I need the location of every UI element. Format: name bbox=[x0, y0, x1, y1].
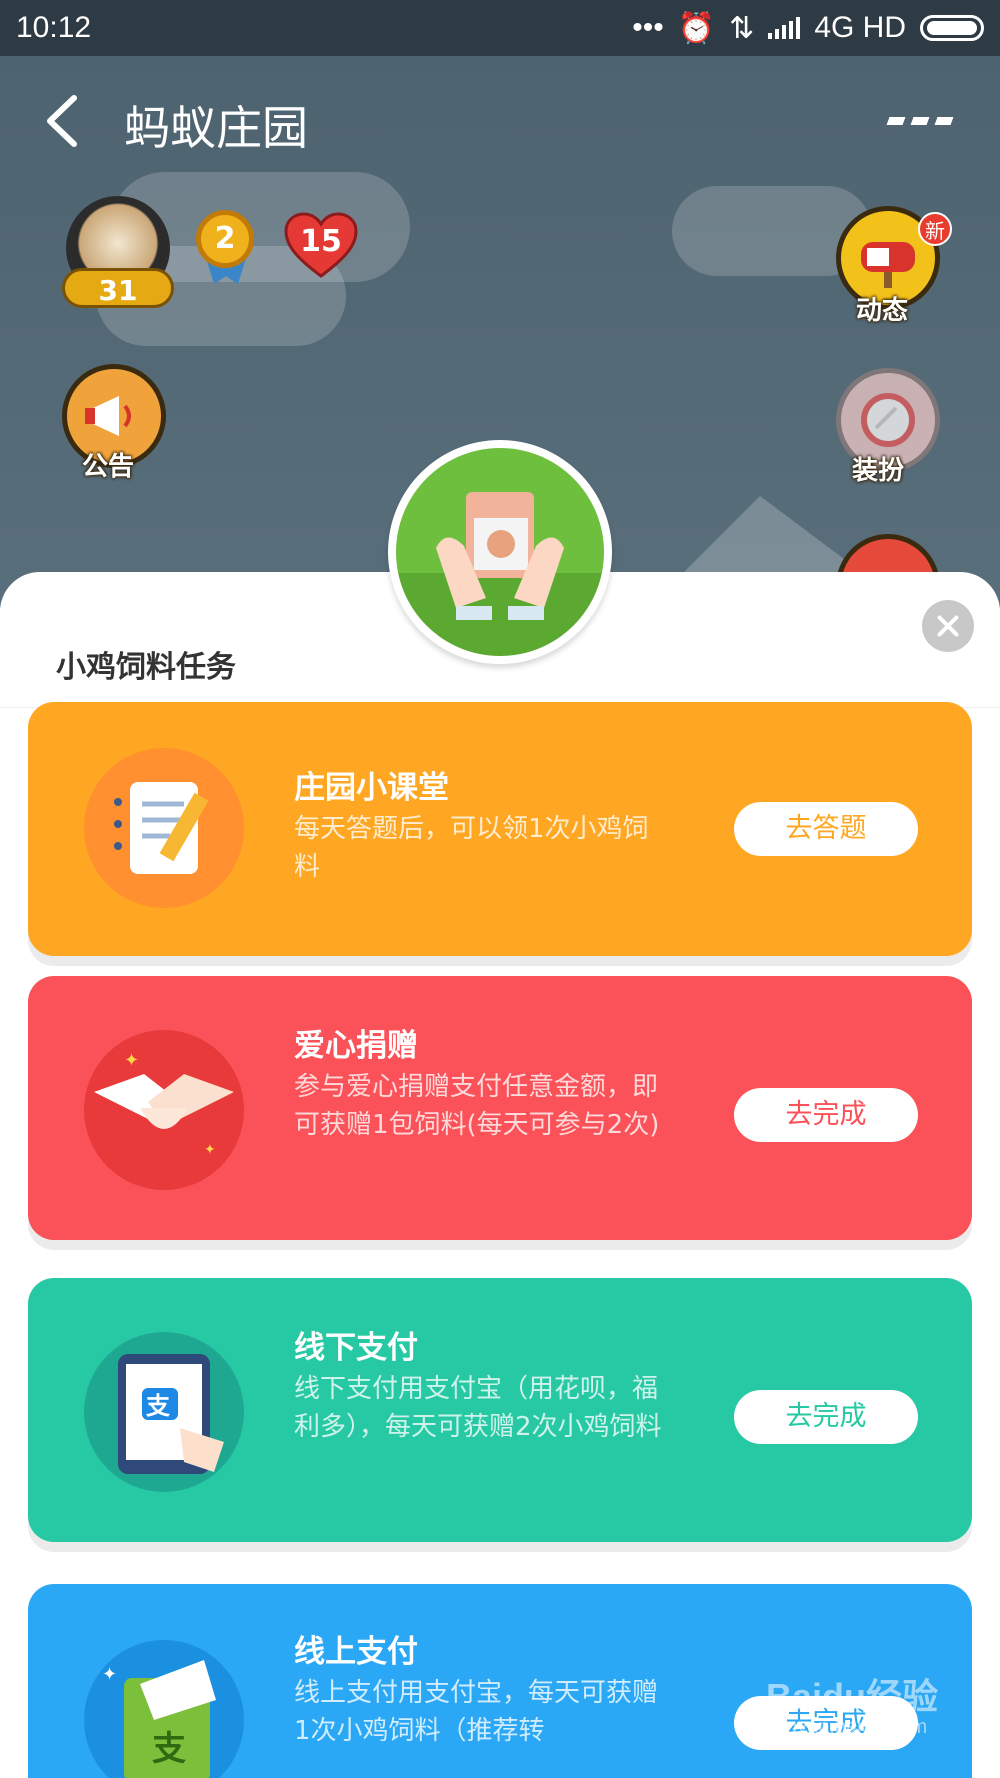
status-icons: ••• ⏰ ⇅ 4G HD bbox=[632, 11, 984, 46]
tablet-alipay-icon: 支 bbox=[84, 1332, 244, 1492]
status-time: 10:12 bbox=[16, 11, 92, 44]
task-card-offline-payment: 支 线下支付 线下支付用支付宝（用花呗，福利多），每天可获赠2次小鸡饲料 去完成 bbox=[28, 1278, 972, 1542]
task-description: 参与爱心捐赠支付任意金额，即可获赠1包饲料(每天可参与2次) bbox=[294, 1072, 660, 1140]
task-card-classroom: 庄园小课堂 每天答题后，可以领1次小鸡饲料 去答题 bbox=[28, 702, 972, 956]
watermark-brand: Baidu经验 bbox=[766, 1676, 939, 1717]
dynamics-label: 动态 bbox=[856, 296, 909, 326]
user-level-badge: 31 bbox=[62, 268, 174, 308]
dress-up-label: 装扮 bbox=[852, 456, 905, 486]
go-answer-button[interactable]: 去答题 bbox=[734, 802, 918, 856]
love-count: 15 bbox=[300, 224, 342, 259]
task-title: 线上支付 bbox=[294, 1634, 418, 1670]
status-bar: 10:12 ••• ⏰ ⇅ 4G HD bbox=[0, 0, 1000, 56]
data-transfer-icon: ⇅ bbox=[729, 11, 755, 45]
back-button[interactable] bbox=[36, 86, 96, 156]
announcement-label: 公告 bbox=[82, 452, 135, 482]
task-description: 每天答题后，可以领1次小鸡饲料 bbox=[294, 814, 649, 882]
battery-icon bbox=[920, 15, 984, 41]
svg-text:支: 支 bbox=[146, 1392, 171, 1420]
chicken-feed-icon bbox=[388, 440, 612, 664]
task-title: 爱心捐赠 bbox=[294, 1028, 418, 1064]
svg-text:✦: ✦ bbox=[102, 1664, 117, 1685]
alarm-icon: ⏰ bbox=[677, 11, 716, 45]
signal-icon bbox=[768, 17, 801, 39]
medal-icon[interactable]: 2 bbox=[196, 210, 254, 268]
chevron-left-icon bbox=[47, 95, 77, 147]
handshake-icon: ✦ ✦ bbox=[84, 1030, 244, 1190]
task-sheet: 小鸡饲料任务 庄园小课堂 每天答题后，可以领1次小鸡饲料 去答题 ✦ ✦ 爱心捐… bbox=[0, 572, 1000, 1778]
alipay-book-icon: 支 ✦ bbox=[84, 1640, 244, 1778]
svg-text:✦: ✦ bbox=[124, 1050, 139, 1071]
new-badge: 新 bbox=[918, 212, 952, 246]
go-complete-button[interactable]: 去完成 bbox=[734, 1088, 918, 1142]
page-title: 蚂蚁庄园 bbox=[124, 101, 308, 155]
more-menu-button[interactable] bbox=[886, 106, 958, 136]
feed-bag-icon bbox=[436, 492, 564, 640]
close-button[interactable] bbox=[922, 600, 974, 652]
task-title: 庄园小课堂 bbox=[294, 770, 449, 806]
megaphone-icon bbox=[85, 396, 131, 436]
svg-text:支: 支 bbox=[152, 1729, 186, 1769]
watermark-url: jingyan.baidu.com bbox=[766, 1716, 928, 1738]
sheet-title: 小鸡饲料任务 bbox=[56, 650, 236, 685]
baidu-watermark: Baidu经验 jingyan.baidu.com bbox=[766, 1668, 938, 1739]
task-description: 线上支付用支付宝，每天可获赠1次小鸡饲料（推荐转 bbox=[294, 1678, 659, 1746]
more-icon bbox=[886, 117, 906, 125]
more-notifications-icon: ••• bbox=[632, 11, 664, 44]
mirror-icon bbox=[861, 393, 915, 447]
title-bar: 蚂蚁庄园 bbox=[0, 56, 1000, 186]
notebook-pencil-icon bbox=[84, 748, 244, 908]
svg-text:✦: ✦ bbox=[204, 1142, 216, 1158]
go-complete-button[interactable]: 去完成 bbox=[734, 1390, 918, 1444]
network-type: 4G HD bbox=[814, 11, 906, 44]
task-description: 线下支付用支付宝（用花呗，福利多），每天可获赠2次小鸡饲料 bbox=[294, 1374, 662, 1442]
mailbox-icon bbox=[861, 242, 915, 288]
task-card-donation: ✦ ✦ 爱心捐赠 参与爱心捐赠支付任意金额，即可获赠1包饲料(每天可参与2次) … bbox=[28, 976, 972, 1240]
task-title: 线下支付 bbox=[294, 1330, 418, 1366]
